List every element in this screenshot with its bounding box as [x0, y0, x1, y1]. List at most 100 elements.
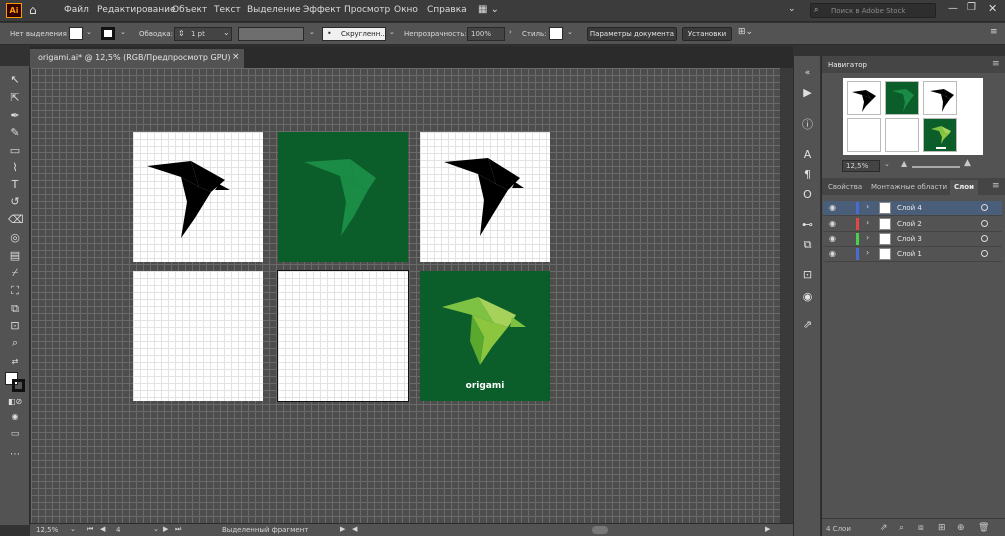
shape-builder-tool-icon[interactable]: ⧉	[8, 303, 22, 315]
preferences-button[interactable]: Установки	[682, 27, 732, 41]
target-circle-icon[interactable]	[981, 220, 988, 227]
collapse-icon[interactable]: «	[800, 68, 815, 78]
layer-name[interactable]: Слой 4	[897, 204, 922, 212]
selection-tool-icon[interactable]: ↖	[8, 74, 22, 86]
drawing-modes-icon[interactable]: ◉	[8, 411, 22, 423]
first-artboard-icon[interactable]: ⏮	[87, 525, 93, 534]
actions-panel-icon[interactable]: ▶	[800, 86, 815, 99]
layer-name[interactable]: Слой 3	[897, 235, 922, 243]
restore-button[interactable]: ❐	[967, 2, 976, 13]
layer-row-4[interactable]: ◉ › Слой 4	[823, 201, 1002, 216]
last-artboard-icon[interactable]: ⏭	[175, 525, 181, 534]
collect-export-icon[interactable]: ⇗	[880, 523, 888, 533]
screen-mode-icon[interactable]: ▭	[8, 428, 22, 440]
visibility-eye-icon[interactable]: ◉	[829, 203, 836, 212]
artboard-empty-2[interactable]	[277, 270, 409, 402]
chevron-right-icon[interactable]: ›	[866, 202, 869, 211]
chevron-right-icon[interactable]: ▶	[340, 525, 345, 533]
zoom-in-icon[interactable]: ▲	[964, 158, 971, 168]
panel-menu-icon[interactable]: ≡	[992, 181, 1000, 191]
panel-menu-icon[interactable]: ≡	[990, 27, 998, 37]
info-panel-icon[interactable]: ⓘ	[800, 116, 815, 132]
stroke-swatch[interactable]	[101, 27, 115, 40]
chevron-right-icon[interactable]: ›	[866, 233, 869, 242]
links-panel-icon[interactable]: ⊷	[800, 218, 815, 231]
locate-object-icon[interactable]: ⌕	[899, 523, 904, 533]
zoom-out-icon[interactable]: ▲	[901, 159, 907, 168]
home-icon[interactable]: ⌂	[29, 3, 37, 17]
close-tab-button[interactable]: ×	[232, 52, 240, 62]
opacity-field[interactable]: 100%	[467, 27, 505, 41]
menu-text[interactable]: Текст	[214, 5, 241, 15]
artboard-black-bird-2[interactable]	[420, 132, 550, 262]
eraser-tool-icon[interactable]: ⌫	[8, 214, 24, 226]
artboard-black-bird-1[interactable]	[133, 132, 263, 262]
tab-properties[interactable]: Свойства	[828, 183, 862, 191]
align-icon[interactable]: ⊞⌄	[738, 27, 753, 37]
zoom-slider[interactable]	[912, 166, 960, 168]
chevron-down-icon[interactable]: ⌄	[86, 28, 92, 36]
gradient-tool-icon[interactable]: ▤	[8, 250, 22, 262]
curvature-tool-icon[interactable]: ✎	[8, 127, 22, 139]
next-artboard-icon[interactable]: ▶	[163, 525, 168, 533]
dropdown-icon[interactable]: ⌄	[788, 4, 796, 14]
artboard-number[interactable]: 4	[116, 526, 120, 534]
document-tab[interactable]: origami.ai* @ 12,5% (RGB/Предпросмотр GP…	[30, 49, 244, 68]
stroke-color-icon[interactable]	[12, 379, 25, 392]
opentype-panel-icon[interactable]: O	[800, 188, 815, 201]
color-modes-icon[interactable]: ◧⊘	[8, 396, 22, 408]
visibility-eye-icon[interactable]: ◉	[829, 219, 836, 228]
paintbrush-tool-icon[interactable]: ⌇	[8, 162, 22, 174]
visibility-eye-icon[interactable]: ◉	[829, 249, 836, 258]
chevron-left-icon[interactable]: ◀	[352, 525, 357, 533]
navigator-preview[interactable]	[843, 78, 983, 155]
chevron-down-icon[interactable]: ⌄	[153, 525, 159, 533]
fill-swatch[interactable]	[69, 27, 83, 40]
delete-layer-icon[interactable]: 🗑	[978, 523, 989, 533]
menu-file[interactable]: Файл	[64, 5, 89, 15]
pen-tool-icon[interactable]: ✒	[8, 110, 22, 122]
artboard-tool-icon[interactable]: ⊡	[8, 320, 22, 332]
layer-row-2[interactable]: ◉ › Слой 2	[823, 217, 1002, 232]
target-circle-icon[interactable]	[981, 235, 988, 242]
minimize-button[interactable]: —	[948, 3, 958, 14]
clipping-mask-icon[interactable]: ⧈	[918, 523, 924, 533]
tab-layers[interactable]: Слои	[950, 180, 978, 195]
direct-selection-tool-icon[interactable]: ⇱	[8, 92, 22, 104]
menu-select[interactable]: Выделение	[247, 5, 301, 15]
menu-view[interactable]: Просмотр	[344, 5, 390, 15]
brush-definition[interactable]: • Скругленн...	[322, 27, 387, 41]
new-sublayer-icon[interactable]: ⊞	[938, 523, 946, 533]
navigator-zoom-field[interactable]: 12,5%	[842, 160, 880, 172]
chevron-down-icon[interactable]: ⌄	[70, 525, 76, 533]
chevron-down-icon[interactable]: ⌄	[309, 28, 315, 36]
layer-row-3[interactable]: ◉ › Слой 3	[823, 232, 1002, 247]
chevron-right-icon[interactable]: ▶	[765, 525, 770, 533]
zoom-level[interactable]: 12,5%	[36, 526, 58, 534]
chevron-down-icon[interactable]: ⌄	[389, 28, 395, 36]
prev-artboard-icon[interactable]: ◀	[100, 525, 105, 533]
rotate-tool-icon[interactable]: ↺	[8, 196, 22, 208]
color-guide-panel-icon[interactable]: ⊡	[800, 268, 815, 281]
artboard-empty-1[interactable]	[133, 271, 263, 401]
live-paint-tool-icon[interactable]: ⛶	[8, 285, 22, 297]
stroke-label[interactable]: Обводка:	[139, 30, 173, 38]
character-panel-icon[interactable]: A	[800, 148, 815, 161]
opacity-label[interactable]: Непрозрачность:	[404, 30, 467, 38]
chevron-down-icon[interactable]: ⌄	[567, 28, 573, 36]
horizontal-scroll-thumb[interactable]	[592, 526, 608, 534]
new-layer-icon[interactable]: ⊕	[957, 523, 965, 533]
export-panel-icon[interactable]: ⇗	[800, 318, 815, 331]
menu-effect[interactable]: Эффект	[303, 5, 341, 15]
menu-help[interactable]: Справка	[427, 5, 467, 15]
panel-menu-icon[interactable]: ≡	[992, 59, 1000, 69]
zoom-tool-icon[interactable]: ⌕	[8, 337, 22, 349]
libraries-panel-icon[interactable]: ⧉	[800, 238, 815, 252]
menu-edit[interactable]: Редактирование	[97, 5, 176, 15]
paragraph-panel-icon[interactable]: ¶	[800, 168, 815, 181]
menu-window[interactable]: Окно	[394, 5, 418, 15]
document-settings-button[interactable]: Параметры документа	[587, 27, 677, 41]
vertical-scrollbar[interactable]	[780, 68, 793, 523]
close-window-button[interactable]: ✕	[988, 2, 997, 15]
more-tools-icon[interactable]: ⋯	[8, 449, 22, 461]
